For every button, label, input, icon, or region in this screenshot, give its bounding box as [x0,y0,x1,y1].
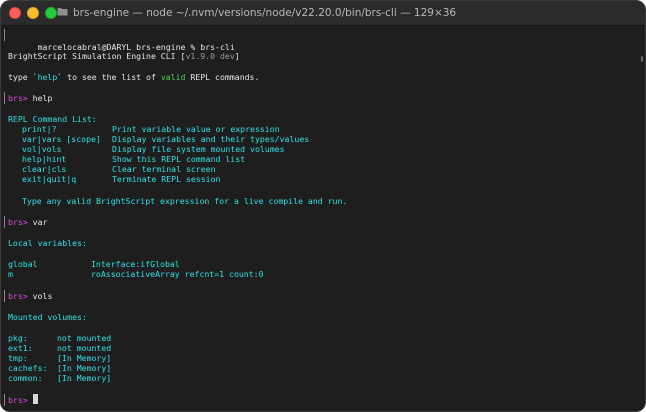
folder-icon [57,8,68,16]
repl-command: help [32,93,53,103]
text-cursor[interactable] [32,394,38,404]
command-marker [4,92,5,104]
close-window-button[interactable] [9,7,21,19]
volume-name: common: [8,373,43,383]
repl-prompt: brs> [8,93,28,103]
repl-prompt: brs> [8,217,28,227]
banner-name: BrightScript Simulation Engine CLI [ [8,51,186,61]
hint-pre: type ` [8,72,38,82]
repl-command: vols [32,291,53,301]
variable-name: m [8,269,13,279]
banner-version: v1.9.0 dev [185,51,235,61]
hint-post: REPL commands. [185,72,260,82]
title-bar: brs-engine — node ~/.nvm/versions/node/v… [1,1,645,26]
shell-prompt-line: marcelocabral@DARYL brs-engine % brs-cli [8,29,235,52]
command-marker [4,29,5,41]
command-marker [4,394,5,406]
hint-help: help [37,72,58,82]
active-prompt-line[interactable]: brs> [8,394,38,406]
repl-prompt-line: brs> help [8,92,52,104]
repl-prompt-line: brs> var [8,216,47,228]
command-desc: Terminate REPL session [112,174,221,184]
banner-line: BrightScript Simulation Engine CLI [v1.9… [8,50,240,62]
volume-status: [In Memory] [57,373,112,383]
repl-command: var [32,217,48,227]
command-marker [4,216,5,228]
local-variables-header: Local variables: [8,238,87,248]
terminal-output[interactable]: marcelocabral@DARYL brs-engine % brs-cli… [1,26,645,411]
variable-value: roAssociativeArray refcnt=1 count:0 [91,269,264,279]
minimize-window-button[interactable] [27,7,39,19]
scrollbar[interactable] [641,56,643,62]
repl-prompt: brs> [8,291,28,301]
window-title: brs-engine — node ~/.nvm/versions/node/v… [73,7,457,19]
command-marker [4,290,5,302]
banner-close: ] [234,51,240,61]
terminal-window: brs-engine — node ~/.nvm/versions/node/v… [0,0,646,412]
hint-line: type `help` to see the list of valid REP… [8,71,259,83]
repl-prompt-line: brs> vols [8,290,52,302]
repl-prompt: brs> [8,395,28,405]
mounted-volumes-header: Mounted volumes: [8,312,87,322]
hint-valid: valid [160,72,186,82]
type-note-text: Type any valid BrightScript expression f… [22,196,348,206]
command-name: exit|quit|q [22,174,77,184]
hint-mid: ` to see the list of [57,72,161,82]
maximize-window-button[interactable] [45,7,57,19]
